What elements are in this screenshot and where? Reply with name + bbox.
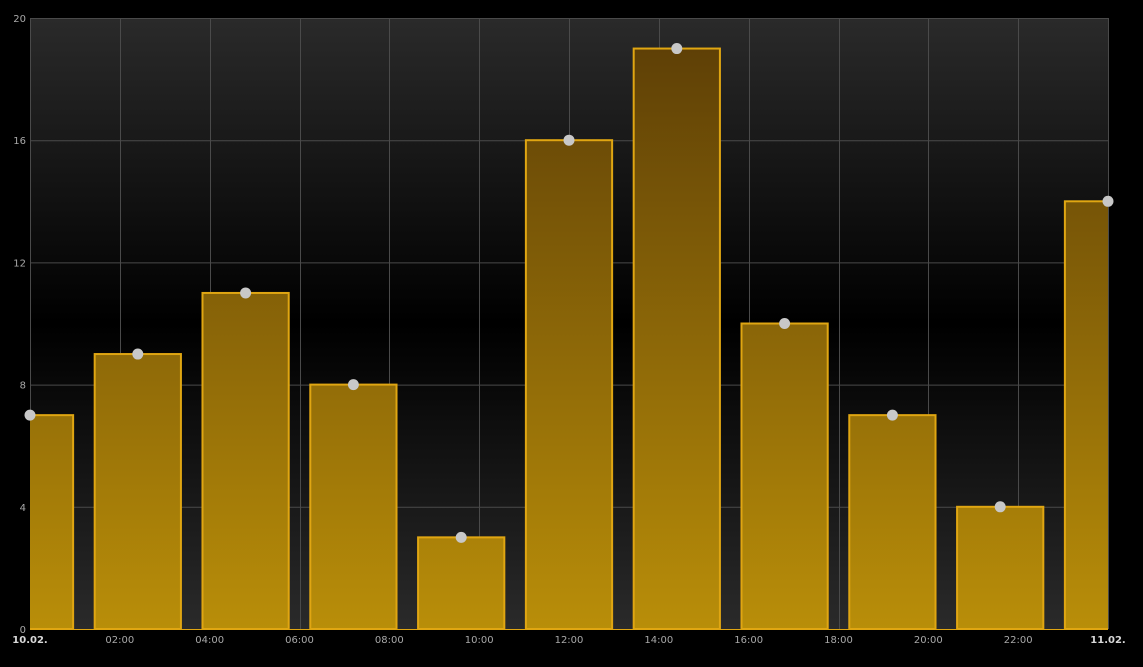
x-tick-label: 22:00 — [1004, 635, 1033, 646]
x-tick-label: 06:00 — [285, 635, 314, 646]
y-tick-label: 12 — [13, 258, 26, 269]
data-point-marker — [347, 379, 359, 391]
y-tick-label: 4 — [20, 503, 26, 514]
y-tick-label: 8 — [20, 381, 26, 392]
x-tick-label: 20:00 — [914, 635, 943, 646]
data-point-marker — [132, 348, 144, 360]
bar — [740, 322, 829, 630]
x-tick-label: 10:00 — [465, 635, 494, 646]
bar — [632, 47, 721, 631]
bar — [93, 353, 182, 630]
bar — [1063, 200, 1108, 631]
bar — [309, 383, 398, 630]
bar — [524, 139, 614, 630]
x-tick-label: 18:00 — [824, 635, 853, 646]
x-tick-label: 08:00 — [375, 635, 404, 646]
data-point-marker — [240, 287, 252, 299]
x-tick-label: 04:00 — [195, 635, 224, 646]
data-point-marker — [1102, 195, 1114, 207]
chart-container: 0 4 8 12 16 20 10.02. 02:00 04:00 06:00 08:00 10:00… — [0, 0, 1143, 663]
bar — [30, 414, 75, 630]
y-tick-label: 20 — [13, 14, 26, 25]
data-point-marker — [779, 318, 791, 329]
data-point-marker — [994, 501, 1006, 513]
x-tick-label: 02:00 — [105, 635, 134, 646]
x-tick-label: 14:00 — [644, 635, 673, 646]
data-point-marker — [886, 409, 898, 421]
bar — [417, 536, 506, 630]
bar — [956, 505, 1045, 630]
data-point-marker — [455, 531, 467, 543]
x-tick-label: 10.02. — [12, 635, 47, 646]
x-tick-label: 12:00 — [555, 635, 584, 646]
data-point-marker — [671, 43, 683, 55]
y-tick-label: 16 — [13, 136, 26, 147]
bar — [201, 291, 290, 630]
data-point-marker — [24, 409, 36, 421]
bar — [848, 414, 937, 630]
x-tick-label: 11.02. — [1090, 635, 1125, 646]
data-point-marker — [563, 134, 575, 146]
x-tick-label: 16:00 — [734, 635, 763, 646]
bar-chart: 04812162010.02. 02:00 04:00 06:00 08:00 10:00… — [12, 14, 1125, 646]
